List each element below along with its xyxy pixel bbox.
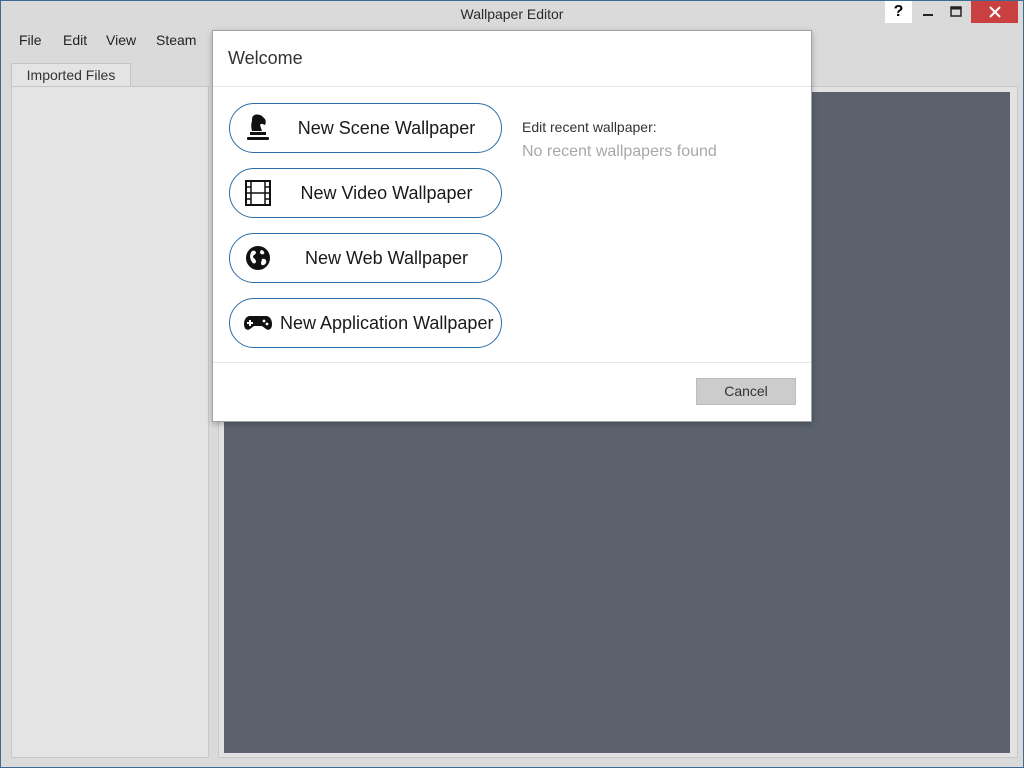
new-application-wallpaper-button[interactable]: New Application Wallpaper: [229, 298, 502, 348]
welcome-dialog: Welcome New Scene Wallpaper New Video Wa…: [212, 30, 812, 422]
recent-wallpapers-empty-text: No recent wallpapers found: [522, 143, 717, 160]
new-video-wallpaper-label: New Video Wallpaper: [300, 183, 473, 203]
minimize-button[interactable]: [914, 1, 942, 23]
help-button[interactable]: ?: [885, 1, 912, 23]
minimize-icon: [923, 14, 933, 16]
dialog-divider-top: [213, 86, 811, 87]
maximize-icon: [950, 6, 962, 17]
menu-view[interactable]: View: [106, 32, 136, 48]
dialog-divider-bottom: [213, 362, 811, 363]
chess-knight-icon: [243, 113, 273, 143]
menu-edit[interactable]: Edit: [63, 32, 87, 48]
imported-files-panel: [11, 86, 209, 758]
menu-file[interactable]: File: [19, 32, 42, 48]
recent-wallpaper-label: Edit recent wallpaper:: [522, 119, 657, 135]
close-icon: [988, 6, 1001, 18]
title-bar[interactable]: Wallpaper Editor ?: [1, 1, 1023, 27]
new-application-wallpaper-label: New Application Wallpaper: [280, 313, 494, 333]
menu-steam[interactable]: Steam: [156, 32, 196, 48]
maximize-button[interactable]: [942, 1, 970, 23]
new-web-wallpaper-button[interactable]: New Web Wallpaper: [229, 233, 502, 283]
cancel-button[interactable]: Cancel: [696, 378, 796, 405]
close-button[interactable]: [971, 1, 1018, 23]
gamepad-icon: [243, 308, 273, 338]
new-video-wallpaper-button[interactable]: New Video Wallpaper: [229, 168, 502, 218]
tab-imported-files[interactable]: Imported Files: [11, 63, 131, 87]
globe-icon: [243, 243, 273, 273]
new-scene-wallpaper-button[interactable]: New Scene Wallpaper: [229, 103, 502, 153]
window-title: Wallpaper Editor: [460, 6, 564, 22]
new-scene-wallpaper-label: New Scene Wallpaper: [297, 118, 476, 138]
dialog-title: Welcome: [228, 48, 303, 68]
new-web-wallpaper-label: New Web Wallpaper: [304, 248, 469, 268]
film-strip-icon: [243, 178, 273, 208]
